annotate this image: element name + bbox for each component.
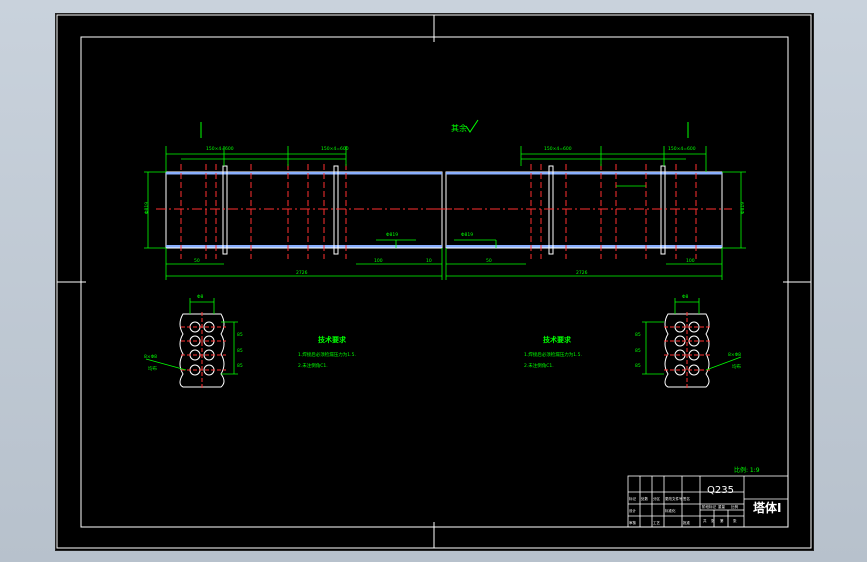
notes-left-line-2: 2.未注倒角C1. [298,362,328,369]
left-bottom-dim-1: 50 [194,258,200,264]
notes-left-title: 技术要求 [318,335,347,344]
right-shell-view: 150×4=600 150×4=600 Φ819 50 2726 100 Φ81… [436,146,746,280]
notes-right-line-2: 2.未注倒角C1. [524,362,554,369]
left-bottom-dim-4: 10 [426,258,432,264]
left-detail-top-dim: Φ8 [197,294,204,300]
svg-text:设计: 设计 [629,508,637,513]
right-detail-label2: 均布 [732,363,741,370]
left-flange-1 [222,165,228,255]
right-hole-lines [530,164,697,259]
right-detail-side-dim-3: 85 [635,363,641,369]
right-shell-top-wall [446,172,722,175]
notes-left-line-1: 1.焊接后必须检漏压力为1.5. [298,351,356,358]
outer-frame [56,14,812,549]
left-shell-bottom-wall [166,245,442,248]
right-detail-label: 8×Φ8 [728,352,741,358]
left-shell-view: 150×4=600 150×4=600 Φ819 50 2726 100 10 … [144,146,452,280]
left-side-dim: Φ819 [144,202,150,214]
left-detail-centerlines [181,312,226,390]
title-block-part-name: 塔体Ⅰ [753,500,781,515]
notes-right: 技术要求 1.焊接后必须检漏压力为1.5. 2.未注倒角C1. [524,335,582,369]
svg-text:阶段标记: 阶段标记 [702,504,716,509]
left-detail-side-dim-2: 85 [237,348,243,354]
right-bottom-dim-1: 50 [486,258,492,264]
left-detail-side-dim-1: 85 [237,332,243,338]
left-detail-label: 8×Φ8 [144,354,157,360]
left-detail-label2: 均布 [148,365,157,372]
left-shell-top-wall [166,172,442,175]
notes-right-line-1: 1.焊接后必须检漏压力为1.5. [524,351,582,358]
svg-text:标准化: 标准化 [665,508,676,513]
left-bottom-dim-2: 2726 [296,270,308,276]
svg-text:分区: 分区 [653,496,661,501]
svg-text:标记: 标记 [629,496,637,501]
right-detail-side-dim-2: 85 [635,348,641,354]
notes-left: 技术要求 1.焊接后必须检漏压力为1.5. 2.未注倒角C1. [298,335,356,369]
svg-text:第: 第 [720,518,724,523]
svg-text:比例: 比例 [731,504,739,509]
right-detail-dims [642,298,742,375]
left-top-dim-1: 150×4=600 [206,146,234,152]
right-detail-centerlines [664,312,711,390]
svg-text:张: 张 [733,518,737,523]
svg-text:共: 共 [703,518,707,523]
drawing-canvas: 其余 150×4=600 150×4=600 Φ819 50 2726 100 … [56,14,812,549]
left-dimension-lines [144,146,443,280]
right-bottom-dim-2: 2726 [576,270,588,276]
left-flange-2 [333,165,339,255]
right-side-dim: Φ819 [740,202,746,214]
left-shell-outline [165,171,443,249]
title-block-small-labels: 标记 处数 分区 更改文件号 签名 设计 标准化 审核 工艺 批准 阶段标记 重… [629,496,739,525]
notes-right-title: 技术要求 [543,335,572,344]
right-bottom-dim-3: 100 [686,258,695,264]
right-shell-bottom-wall [446,245,722,248]
right-flange-detail: Φ8 85 85 85 8×Φ8 均布 [635,294,741,390]
left-top-dim-2: 150×4=600 [321,146,349,152]
cad-viewport[interactable]: 其余 150×4=600 150×4=600 Φ819 50 2726 100 … [55,13,814,551]
surface-finish-symbol [465,119,479,133]
svg-text:张: 张 [711,518,715,523]
left-bottom-dim-3: 100 [374,258,383,264]
svg-text:批准: 批准 [683,520,691,525]
right-detail-top-dim: Φ8 [682,294,689,300]
right-detail-side-dim-1: 85 [635,332,641,338]
right-flange-1 [548,165,554,255]
left-detail-side-dim-3: 85 [237,363,243,369]
surface-mark-label: 其余 [451,123,467,133]
svg-text:审核: 审核 [629,520,637,525]
svg-text:工艺: 工艺 [653,520,661,525]
right-top-dim-2: 150×4=600 [668,146,696,152]
svg-text:处数: 处数 [641,496,649,501]
title-block-material: Q235 [707,485,734,496]
right-inner-dim: Φ819 [461,232,473,238]
inner-border [80,36,789,528]
svg-text:更改文件号: 更改文件号 [665,496,683,501]
right-shell-outline [445,171,723,249]
scale-note: 比例: 1:9 [734,466,760,474]
right-top-dim-1: 150×4=600 [544,146,572,152]
left-inner-dim: Φ819 [386,232,398,238]
right-flange-2 [660,165,666,255]
svg-text:重量: 重量 [718,504,726,509]
svg-text:签名: 签名 [683,496,690,501]
left-flange-detail: Φ8 85 85 85 8×Φ8 均布 [144,294,243,390]
left-hole-lines [180,164,347,259]
